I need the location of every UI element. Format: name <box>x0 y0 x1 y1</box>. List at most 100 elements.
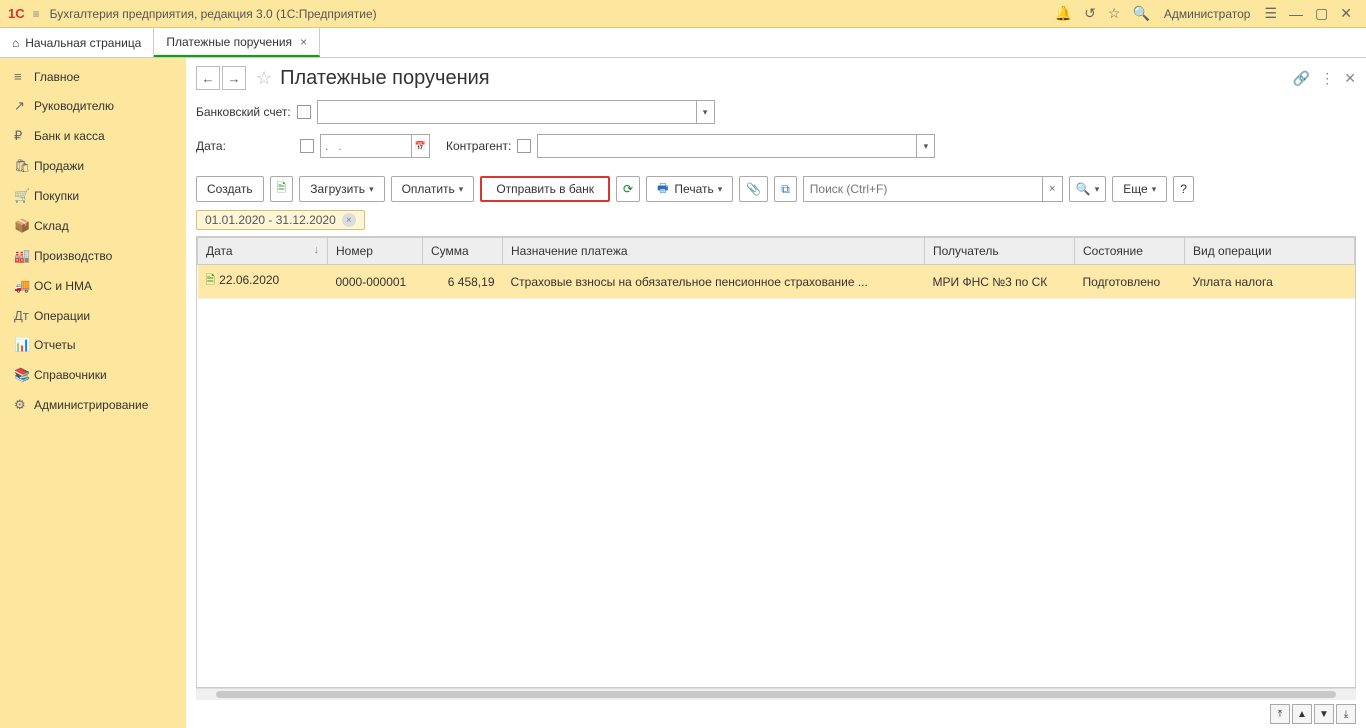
col-op-type[interactable]: Вид операции <box>1185 238 1355 265</box>
sidebar-item-production[interactable]: 🏭Производство <box>0 241 186 271</box>
sidebar-item-admin[interactable]: ⚙Администрирование <box>0 390 186 420</box>
sidebar-item-label: Отчеты <box>34 338 75 352</box>
cell-recipient: МРИ ФНС №3 по СК <box>925 265 1075 299</box>
refresh-button[interactable]: ⟳ <box>616 176 640 202</box>
page-header: ← → ☆ Платежные поручения 🔗 ⋮ ✕ <box>196 66 1356 90</box>
sidebar-item-bank[interactable]: ₽Банк и касса <box>0 121 186 151</box>
search-input[interactable] <box>803 176 1043 202</box>
sidebar-item-directories[interactable]: 📚Справочники <box>0 360 186 390</box>
load-button[interactable]: Загрузить▾ <box>299 176 384 202</box>
home-icon: ⌂ <box>12 36 19 50</box>
bank-account-dropdown-icon[interactable]: ▾ <box>697 100 715 124</box>
col-date[interactable]: Дата↓ <box>198 238 328 265</box>
col-purpose[interactable]: Назначение платежа <box>503 238 925 265</box>
tab-home[interactable]: ⌂ Начальная страница <box>0 28 154 57</box>
data-table: Дата↓ Номер Сумма Назначение платежа Пол… <box>196 236 1356 688</box>
settings-icon[interactable]: ☰ <box>1264 5 1277 22</box>
counterparty-checkbox[interactable] <box>517 139 531 153</box>
cell-purpose: Страховые взносы на обязательное пенсион… <box>503 265 925 299</box>
send-to-bank-button[interactable]: Отправить в банк <box>480 176 610 202</box>
date-filter-text: 01.01.2020 - 31.12.2020 <box>205 213 336 227</box>
nav-first-icon[interactable]: ⤒ <box>1270 704 1290 724</box>
more-button[interactable]: Еще▾ <box>1112 176 1167 202</box>
app-logo: 1C <box>8 6 25 21</box>
nav-forward-button[interactable]: → <box>222 66 246 90</box>
paperclip-icon: 📎 <box>746 182 761 196</box>
copy-button[interactable]: 🗎 <box>270 176 294 202</box>
sidebar-item-assets[interactable]: 🚚ОС и НМА <box>0 271 186 301</box>
help-button[interactable]: ? <box>1173 176 1194 202</box>
sidebar-item-purchases[interactable]: 🛒Покупки <box>0 181 186 211</box>
col-number[interactable]: Номер <box>328 238 423 265</box>
date-checkbox[interactable] <box>300 139 314 153</box>
bell-icon[interactable]: 🔔 <box>1055 5 1072 22</box>
chevron-down-icon: ▾ <box>459 184 464 195</box>
date-filter-chip[interactable]: 01.01.2020 - 31.12.2020 × <box>196 210 365 230</box>
nav-down-icon[interactable]: ▼ <box>1314 704 1334 724</box>
col-sum[interactable]: Сумма <box>423 238 503 265</box>
sidebar-item-label: Производство <box>34 249 112 263</box>
content-area: ← → ☆ Платежные поручения 🔗 ⋮ ✕ Банковск… <box>186 58 1366 728</box>
sidebar-item-label: Покупки <box>34 189 79 203</box>
sidebar-item-label: Администрирование <box>34 398 148 412</box>
bag-icon: 🛍 <box>14 158 34 174</box>
nav-last-icon[interactable]: ⤓ <box>1336 704 1356 724</box>
print-button[interactable]: 🖶Печать▾ <box>646 176 733 202</box>
create-button[interactable]: Создать <box>196 176 264 202</box>
nav-up-icon[interactable]: ▲ <box>1292 704 1312 724</box>
horizontal-scrollbar[interactable] <box>196 688 1356 700</box>
minimize-icon[interactable]: — <box>1289 6 1303 22</box>
pay-button[interactable]: Оплатить▾ <box>391 176 475 202</box>
hamburger-icon[interactable]: ≡ <box>33 7 40 21</box>
truck-icon: 🚚 <box>14 278 34 294</box>
find-button[interactable]: 🔍▾ <box>1069 176 1106 202</box>
counterparty-dropdown-icon[interactable]: ▾ <box>917 134 935 158</box>
search-clear-icon[interactable]: × <box>1043 176 1063 202</box>
tab-payments[interactable]: Платежные поручения × <box>154 28 320 57</box>
history-icon[interactable]: ↺ <box>1084 5 1096 22</box>
favorite-star-icon[interactable]: ☆ <box>256 68 272 89</box>
kebab-icon[interactable]: ⋮ <box>1320 70 1334 87</box>
date-input[interactable] <box>320 134 412 158</box>
user-label[interactable]: Администратор <box>1164 7 1251 21</box>
menu-icon: ≡ <box>14 69 34 84</box>
search-icon[interactable]: 🔍 <box>1132 5 1149 22</box>
bank-account-input[interactable] <box>317 100 697 124</box>
chart-icon: ↗ <box>14 98 34 114</box>
close-window-icon[interactable]: ✕ <box>1340 5 1352 22</box>
page-title: Платежные поручения <box>280 67 489 90</box>
close-page-icon[interactable]: ✕ <box>1344 70 1356 87</box>
sidebar-item-label: Главное <box>34 70 80 84</box>
attach-button[interactable]: 📎 <box>739 176 768 202</box>
structure-button[interactable]: ⧉ <box>774 176 797 202</box>
bank-account-checkbox[interactable] <box>297 105 311 119</box>
document-icon: 🗎 <box>206 273 216 287</box>
refresh-icon: ⟳ <box>623 182 633 196</box>
restore-icon[interactable]: ▢ <box>1315 5 1328 22</box>
sidebar-item-main[interactable]: ≡Главное <box>0 62 186 91</box>
sidebar: ≡Главное ↗Руководителю ₽Банк и касса 🛍Пр… <box>0 58 186 728</box>
star-icon[interactable]: ☆ <box>1108 5 1121 22</box>
sidebar-item-warehouse[interactable]: 📦Склад <box>0 211 186 241</box>
col-status[interactable]: Состояние <box>1075 238 1185 265</box>
sidebar-item-label: Руководителю <box>34 99 114 113</box>
sidebar-item-label: Склад <box>34 219 69 233</box>
sidebar-item-label: Продажи <box>34 159 84 173</box>
nav-back-button[interactable]: ← <box>196 66 220 90</box>
tab-label: Платежные поручения <box>166 35 292 49</box>
link-icon[interactable]: 🔗 <box>1293 70 1310 87</box>
sidebar-item-sales[interactable]: 🛍Продажи <box>0 151 186 181</box>
table-row[interactable]: 🗎22.06.2020 0000-000001 6 458,19 Страхов… <box>198 265 1355 299</box>
col-recipient[interactable]: Получатель <box>925 238 1075 265</box>
sidebar-item-manager[interactable]: ↗Руководителю <box>0 91 186 121</box>
tabbar: ⌂ Начальная страница Платежные поручения… <box>0 28 1366 58</box>
sidebar-item-label: Операции <box>34 309 90 323</box>
search-box: × <box>803 176 1063 202</box>
sidebar-item-reports[interactable]: 📊Отчеты <box>0 330 186 360</box>
sidebar-item-operations[interactable]: ДтОперации <box>0 301 186 330</box>
tab-close-icon[interactable]: × <box>300 35 307 49</box>
clear-filter-icon[interactable]: × <box>342 213 356 227</box>
books-icon: 📚 <box>14 367 34 383</box>
calendar-icon[interactable]: 📅 <box>412 134 430 158</box>
counterparty-input[interactable] <box>537 134 917 158</box>
